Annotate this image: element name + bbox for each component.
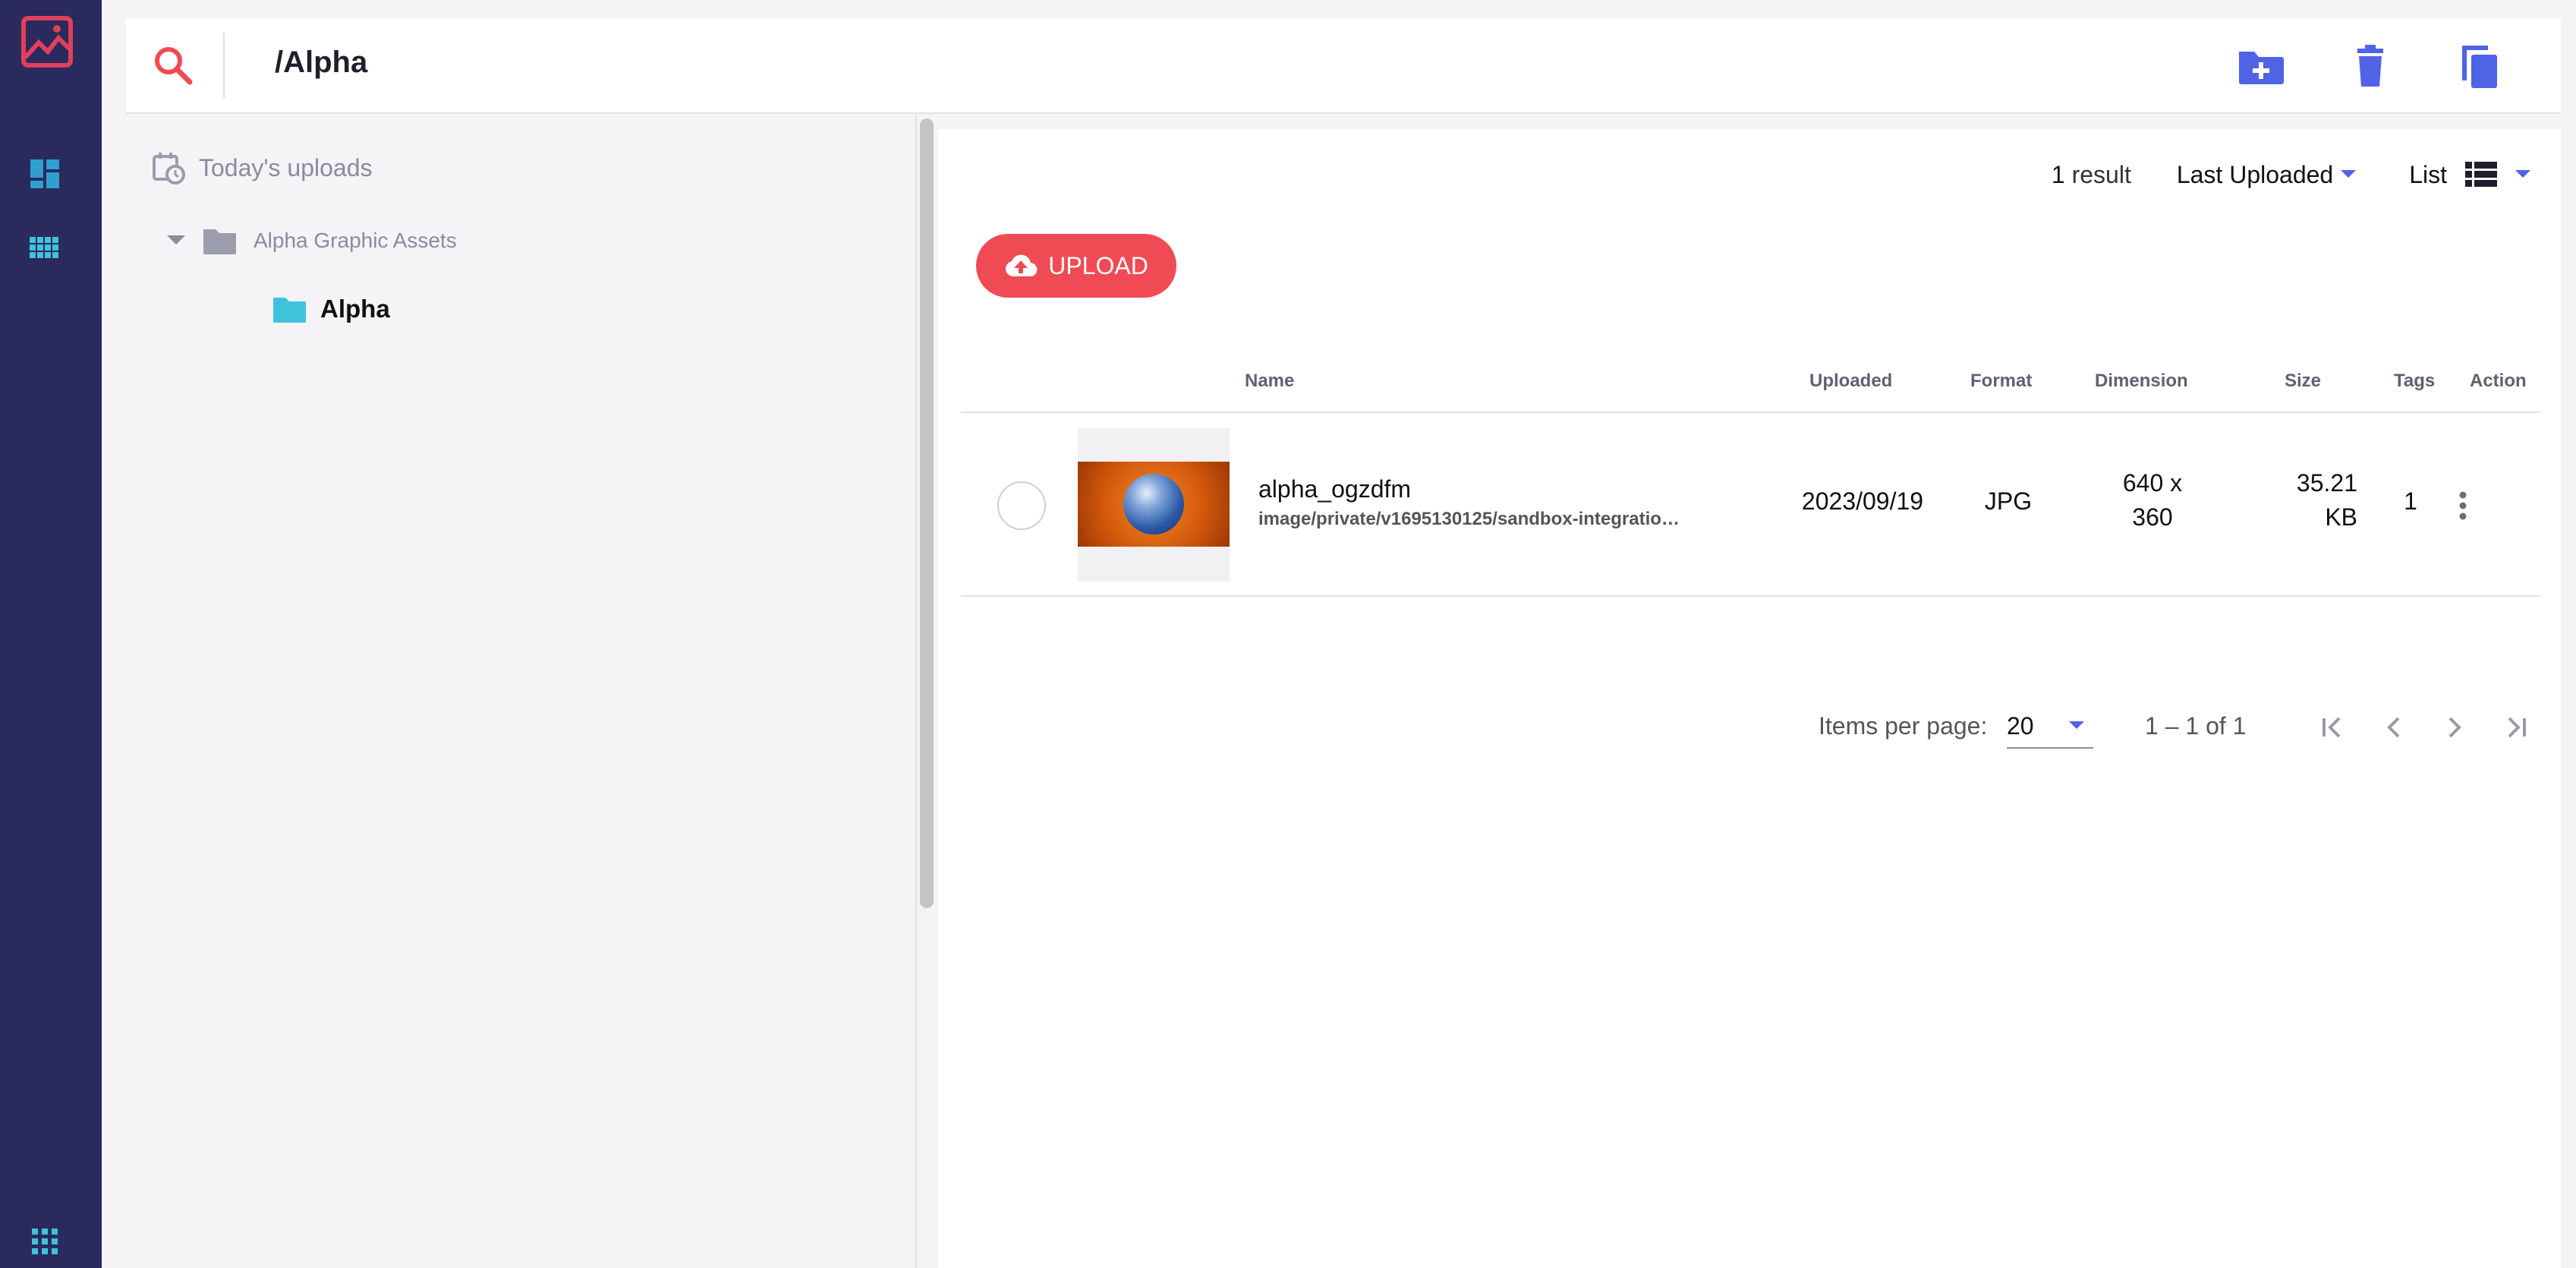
search-icon[interactable] [152,44,194,87]
folder-label: Alpha Graphic Assets [254,229,457,252]
apps-icon[interactable] [29,1225,61,1257]
column-dimension[interactable]: Dimension [2095,371,2188,392]
asset-format: JPG [1984,487,2033,515]
asset-size: 35.21 KB [2236,469,2357,531]
sort-dropdown[interactable]: Last Uploaded [2176,160,2357,189]
todays-uploads-link[interactable]: Today's uploads [152,149,372,187]
asset-path: image/private/v1695130125/sandbox-integr… [1258,509,1683,529]
more-actions-icon[interactable] [2458,490,2468,521]
view-mode-dropdown[interactable]: List [2409,160,2530,189]
asset-dimension: 640 x 360 [2077,469,2228,531]
current-path: /Alpha [275,46,368,79]
pagination: Items per page: 20 1 – 1 of 1 [938,697,2561,758]
thumbnail-image [1078,462,1230,547]
uploaded-date: 2023/09/19 [1801,487,1924,515]
asset-tags: 1 [2404,487,2417,515]
thumbnail[interactable] [1078,428,1230,582]
new-folder-icon[interactable] [2236,41,2286,91]
size-line-1: 35.21 [2296,469,2357,497]
top-header: /Alpha [126,18,2561,114]
column-name[interactable]: Name [1245,371,1294,392]
table-row[interactable]: alpha_ogzdfm image/private/v1695130125/s… [961,413,2541,597]
todays-uploads-label: Today's uploads [199,153,373,181]
view-label: List [2409,160,2447,188]
size-line-2: KB [2325,503,2357,531]
tree-scrollbar[interactable] [920,118,934,908]
upload-button[interactable]: UPLOAD [976,234,1176,298]
items-per-page-value: 20 [2007,712,2034,740]
folder-tree-panel: Today's uploads Alpha Graphic Assets Alp… [126,115,917,1268]
dimension-line-2: 360 [2132,503,2173,531]
app-rail [0,0,102,1268]
calendar-clock-icon [153,153,185,185]
caret-down-icon [2515,170,2530,178]
caret-down-icon [2341,170,2357,178]
copy-icon[interactable] [2455,41,2505,91]
sort-label: Last Uploaded [2176,160,2334,188]
folder-label: Alpha [320,295,390,323]
caret-down-icon[interactable] [167,235,185,246]
result-number: 1 [2051,160,2065,188]
result-count: 1 result [2052,161,2131,189]
header-divider [223,33,225,99]
column-tags[interactable]: Tags [2394,371,2435,392]
select-checkbox[interactable] [997,481,1046,530]
grid-apps-icon[interactable] [29,232,61,264]
cloud-upload-icon [1006,254,1038,277]
logo-icon[interactable] [20,15,74,68]
items-per-page-label: Items per page: [1819,712,1988,740]
upload-label: UPLOAD [1048,251,1148,279]
delete-icon[interactable] [2345,41,2395,91]
globe-image [1123,474,1184,535]
previous-page-icon[interactable] [2376,709,2412,746]
last-page-icon[interactable] [2497,709,2533,746]
items-per-page-select[interactable]: 20 [2007,706,2093,749]
folder-alpha-graphic-assets[interactable]: Alpha Graphic Assets [167,222,457,260]
column-action: Action [2470,371,2527,391]
column-uploaded[interactable]: Uploaded [1809,371,1892,392]
list-toolbar: 1 result Last Uploaded List [2052,152,2530,197]
column-format[interactable]: Format [1970,371,2032,392]
page-range: 1 – 1 of 1 [2145,712,2247,740]
asset-table: Name Uploaded Format Dimension Size Tags… [961,349,2541,597]
list-view-icon [2465,162,2497,187]
result-label: result [2071,160,2131,188]
dimension-line-1: 640 x [2122,469,2183,497]
dashboard-icon[interactable] [29,158,61,190]
folder-icon [203,229,236,254]
folder-alpha[interactable]: Alpha [272,290,390,328]
caret-down-icon [2069,721,2084,729]
asset-list-panel: 1 result Last Uploaded List UPLOAD Name … [938,129,2561,1268]
first-page-icon[interactable] [2315,709,2351,746]
asset-name[interactable]: alpha_ogzdfm [1258,475,1411,503]
next-page-icon[interactable] [2436,709,2473,746]
column-size[interactable]: Size [2285,371,2321,392]
folder-icon [273,298,306,323]
table-header: Name Uploaded Format Dimension Size Tags… [961,349,2541,413]
